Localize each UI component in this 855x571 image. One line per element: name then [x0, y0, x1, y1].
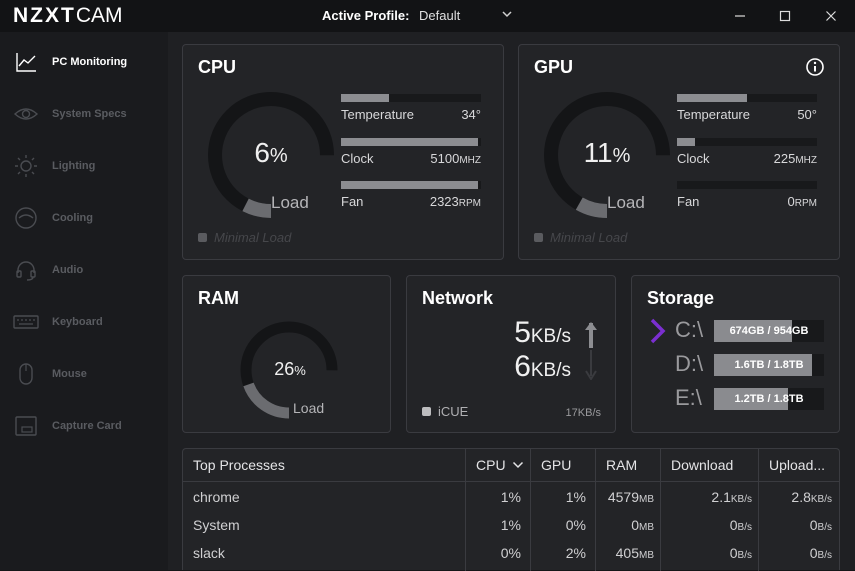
drive-c-usage-bar: 674GB / 954GB	[714, 320, 824, 342]
keyboard-icon	[13, 309, 39, 335]
network-scale: 17KB/s	[565, 407, 601, 419]
close-icon	[826, 11, 836, 21]
mouse-icon	[13, 361, 39, 387]
process-ram: 0MB	[631, 517, 654, 533]
eye-icon	[13, 101, 39, 127]
process-gpu: 1%	[565, 489, 586, 505]
ram-load-label: Load	[293, 400, 325, 416]
process-upload: 0B/s	[809, 545, 832, 561]
process-upload: 0B/s	[809, 517, 832, 533]
gpu-temperature-bar	[677, 94, 817, 102]
gpu-title: GPU	[534, 57, 574, 77]
process-download: 0B/s	[729, 517, 752, 533]
gpu-fan-bar	[677, 181, 817, 189]
process-download: 0B/s	[729, 545, 752, 561]
sidebar-item-mouse[interactable]: Mouse	[0, 348, 168, 400]
network-title: Network	[422, 288, 494, 308]
info-icon[interactable]	[805, 57, 825, 82]
ram-card: RAM 26% Load	[182, 275, 391, 433]
process-ram: 4579MB	[607, 489, 654, 505]
col-header-ram[interactable]: RAM	[595, 449, 660, 481]
process-ram: 405MB	[615, 545, 654, 561]
minimize-icon	[735, 15, 745, 17]
drive-e-usage-bar: 1.2TB / 1.8TB	[714, 388, 824, 410]
drive-c[interactable]: C:\ 674GB / 954GB	[646, 317, 831, 344]
top-processes-table: Top Processes CPU GPU RAM Download Uploa…	[182, 448, 840, 571]
process-name: chrome	[193, 489, 240, 505]
storage-title: Storage	[647, 288, 715, 308]
process-upload: 2.8KB/s	[791, 489, 832, 505]
drive-e[interactable]: E:\ 1.2TB / 1.8TB	[646, 385, 831, 412]
gpu-load-value: 11%	[583, 137, 631, 168]
selected-chevron-icon	[649, 318, 667, 349]
sidebar-item-lighting[interactable]: Lighting	[0, 140, 168, 192]
process-gpu: 2%	[565, 545, 586, 561]
network-legend: iCUE	[422, 404, 468, 419]
network-upload-value: 5KB/s	[514, 316, 571, 349]
title-bar: NZXTCAM Active Profile: Default	[0, 0, 855, 32]
process-cpu: 1%	[500, 489, 521, 505]
sidebar-item-keyboard[interactable]: Keyboard	[0, 296, 168, 348]
process-cpu: 0%	[500, 545, 521, 561]
network-card: Network 5KB/s 6KB/s iCUE 17KB/s	[406, 275, 616, 433]
main-panel: CPU 6% Load Temperature 34° Clock 5100MH…	[168, 32, 855, 571]
sidebar-item-system-specs[interactable]: System Specs	[0, 88, 168, 140]
cpu-title: CPU	[198, 57, 237, 77]
cpu-card: CPU 6% Load Temperature 34° Clock 5100MH…	[182, 44, 504, 260]
profile-dropdown[interactable]: Default	[413, 5, 523, 27]
process-gpu: 0%	[565, 517, 586, 533]
monitoring-chart-icon	[13, 49, 39, 75]
ram-load-value: 26%	[274, 359, 306, 379]
sort-chevron-down-icon	[513, 461, 524, 469]
profile-value: Default	[419, 8, 461, 23]
process-name: slack	[193, 545, 225, 561]
sidebar-item-cooling[interactable]: Cooling	[0, 192, 168, 244]
drive-d-usage-bar: 1.6TB / 1.8TB	[714, 354, 824, 376]
process-cpu: 1%	[500, 517, 521, 533]
capture-card-icon	[13, 413, 39, 439]
sidebar-item-pc-monitoring[interactable]: PC Monitoring	[0, 36, 168, 88]
active-profile-label: Active Profile:	[322, 8, 410, 23]
headset-icon	[13, 257, 39, 283]
cpu-clock-bar	[341, 138, 481, 146]
process-download: 2.1KB/s	[711, 489, 752, 505]
cpu-status: Minimal Load	[198, 230, 291, 245]
sidebar-item-capture-card[interactable]: Capture Card	[0, 400, 168, 452]
download-arrow-icon	[583, 350, 599, 385]
storage-card: Storage C:\ 674GB / 954GB D:\ 1.6TB / 1.…	[631, 275, 840, 433]
cpu-temperature-bar	[341, 94, 481, 102]
cpu-load-value: 6%	[254, 137, 288, 168]
app-logo: NZXTCAM	[13, 4, 123, 27]
sidebar-item-audio[interactable]: Audio	[0, 244, 168, 296]
cpu-load-label: Load	[271, 193, 309, 212]
gpu-card: GPU 11% Load Temperature 50° Clock 225MH…	[518, 44, 840, 260]
col-header-upload[interactable]: Upload...	[758, 449, 839, 481]
col-header-process[interactable]: Top Processes	[183, 449, 465, 481]
process-name: System	[193, 517, 240, 533]
cooling-icon	[13, 205, 39, 231]
gpu-clock-bar	[677, 138, 817, 146]
chevron-down-icon	[501, 8, 513, 23]
gpu-load-label: Load	[607, 193, 645, 212]
maximize-icon	[779, 10, 791, 22]
network-download-value: 6KB/s	[514, 350, 571, 383]
col-header-download[interactable]: Download	[660, 449, 758, 481]
gpu-status: Minimal Load	[534, 230, 627, 245]
drive-d[interactable]: D:\ 1.6TB / 1.8TB	[646, 351, 831, 378]
cpu-fan-bar	[341, 181, 481, 189]
col-header-gpu[interactable]: GPU	[530, 449, 595, 481]
minimize-button[interactable]	[725, 4, 755, 28]
close-button[interactable]	[816, 4, 846, 28]
maximize-button[interactable]	[770, 4, 800, 28]
col-header-cpu[interactable]: CPU	[465, 449, 530, 481]
sun-icon	[13, 153, 39, 179]
ram-title: RAM	[198, 288, 239, 308]
sidebar: PC Monitoring System Specs Lighting Cool…	[0, 32, 168, 570]
